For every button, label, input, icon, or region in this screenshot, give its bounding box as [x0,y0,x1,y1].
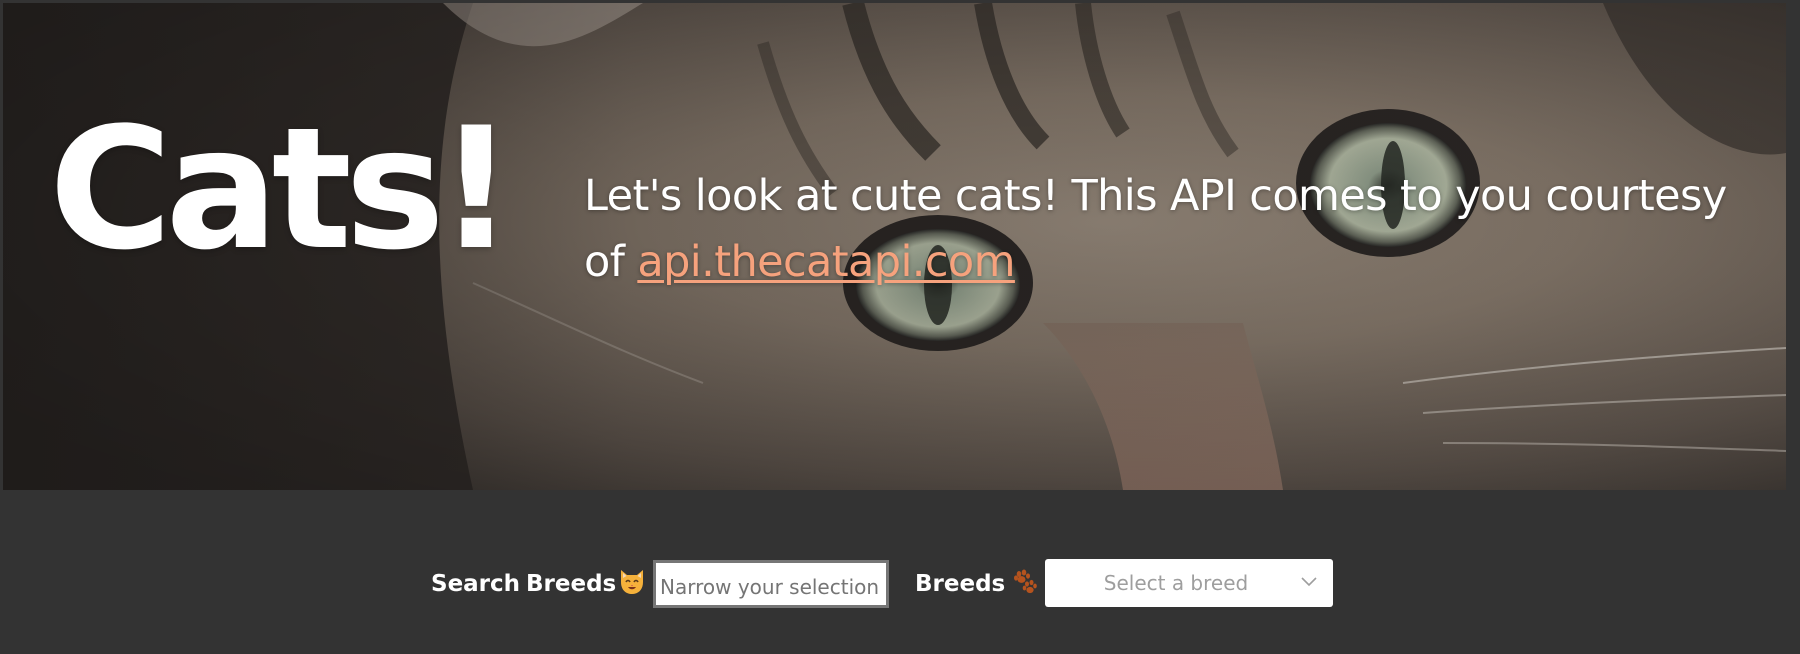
breed-select-placeholder: Select a breed [1103,571,1249,595]
page-title: Cats! [49,91,515,287]
breed-search-input[interactable] [653,560,889,608]
filter-controls: Search Breeds Breeds [0,559,1800,611]
paw-prints-icon [1014,569,1037,594]
hero-description: Let's look at cute cats! This API comes … [584,163,1764,295]
chevron-down-icon [1301,577,1317,587]
api-link[interactable]: api.thecatapi.com [637,237,1015,287]
cat-face-icon [621,570,643,594]
hero-banner: Cats! Let's look at cute cats! This API … [3,3,1786,490]
search-label: Search [431,571,521,597]
page: Cats! Let's look at cute cats! This API … [0,0,1800,654]
breed-select[interactable]: Select a breed [1045,559,1333,607]
search-breeds-label: Breeds [526,571,617,597]
breeds-label: Breeds [915,571,1006,597]
